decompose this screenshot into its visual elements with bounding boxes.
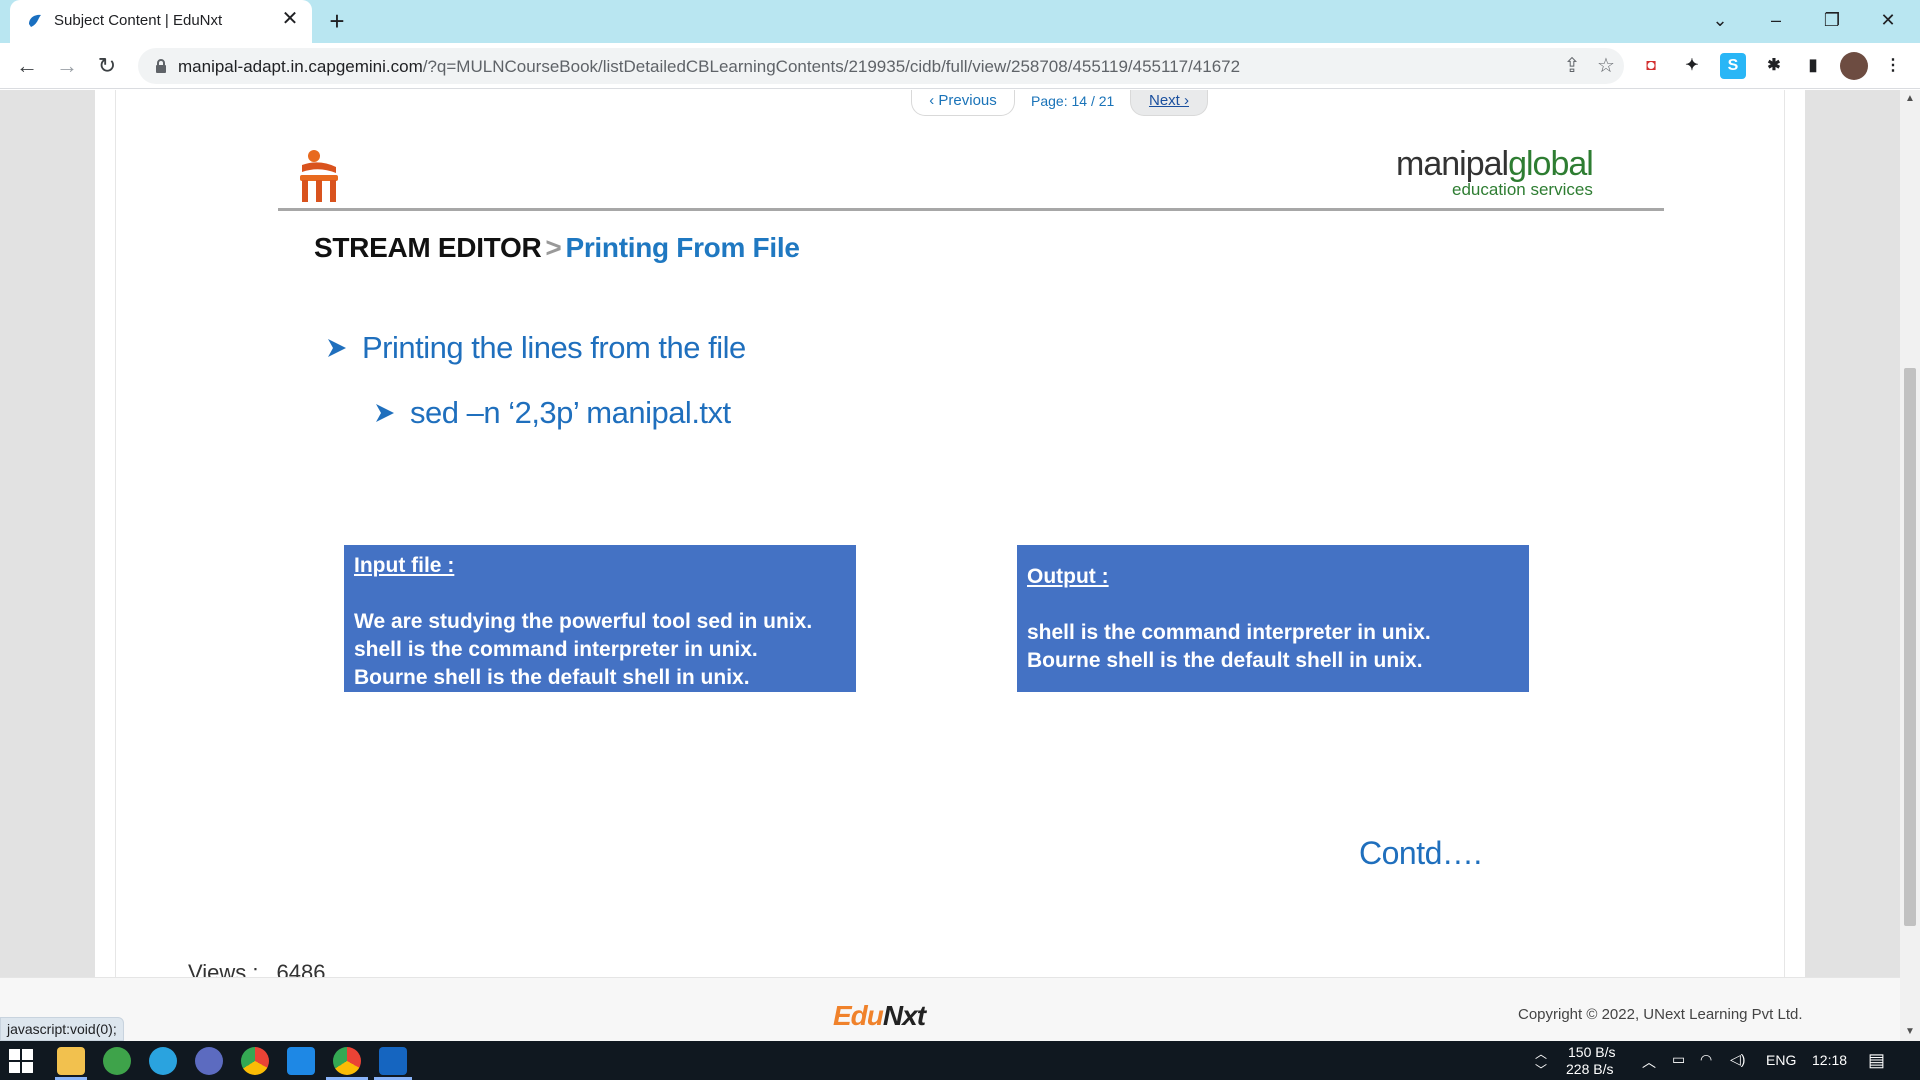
address-bar[interactable]: manipal-adapt.in.capgemini.com/?q=MULNCo… <box>138 48 1624 84</box>
slide-title: STREAM EDITOR > Printing From File <box>314 232 800 264</box>
net-download-speed: 228 B/s <box>1566 1061 1614 1077</box>
profile-avatar[interactable] <box>1840 52 1868 80</box>
close-window-button[interactable]: ✕ <box>1860 2 1916 38</box>
manipalglobal-logo: manipalglobal education services <box>1396 145 1594 200</box>
slide-title-separator: > <box>545 232 562 263</box>
battery-icon[interactable]: ▭ <box>1672 1051 1685 1068</box>
output-box: Output : shell is the command interprete… <box>1017 545 1529 692</box>
browser-toolbar: ← → ↻ manipal-adapt.in.capgemini.com/?q=… <box>0 43 1920 89</box>
share-icon[interactable]: ⇪ <box>1560 54 1584 78</box>
scroll-up-arrow-icon[interactable]: ▲ <box>1900 90 1920 108</box>
arrow-bullet-icon <box>376 404 394 422</box>
url-path: /?q=MULNCourseBook/listDetailedCBLearnin… <box>422 57 1241 76</box>
input-box-heading: Input file : <box>354 554 455 577</box>
slide-title-sub: Printing From File <box>565 232 800 263</box>
edunxt-logo[interactable]: EduNxt <box>833 1000 926 1032</box>
pocket-extension-icon[interactable]: ◘ <box>1638 53 1664 79</box>
lock-icon[interactable] <box>152 57 170 75</box>
input-line: Bourne shell is the default shell in uni… <box>354 666 750 689</box>
notification-icon[interactable]: ▤ <box>1868 1050 1885 1071</box>
vscode-icon[interactable] <box>287 1047 315 1075</box>
wifi-icon[interactable]: ◠ <box>1700 1051 1712 1068</box>
status-bubble: javascript:void(0); <box>0 1017 124 1041</box>
content-frame: ‹ Previous Page: 14 / 21 Next › manipalg… <box>115 90 1785 990</box>
chevron-down-icon[interactable]: ﹀ <box>1535 1061 1547 1078</box>
bullet-text: sed –n ‘2,3p’ manipal.txt <box>410 395 731 430</box>
volume-icon[interactable]: ◁) <box>1730 1051 1745 1068</box>
maximize-button[interactable]: ❐ <box>1804 2 1860 38</box>
arrow-bullet-icon <box>328 339 346 357</box>
clock[interactable]: 12:18 <box>1812 1052 1847 1068</box>
sub-bullet-item: sed –n ‘2,3p’ manipal.txt <box>374 395 731 431</box>
back-button[interactable]: ← <box>12 51 42 81</box>
bullet-item: Printing the lines from the file <box>326 330 746 366</box>
telegram-icon[interactable] <box>149 1047 177 1075</box>
copyright-text: Copyright © 2022, UNext Learning Pvt Ltd… <box>1518 1006 1803 1023</box>
new-tab-button[interactable]: + <box>322 6 352 36</box>
output-line: Bourne shell is the default shell in uni… <box>1027 649 1423 672</box>
app-purple-icon[interactable] <box>195 1047 223 1075</box>
file-explorer-icon[interactable] <box>57 1047 85 1075</box>
chrome-menu-icon[interactable]: ⋮ <box>1880 53 1906 79</box>
scroll-down-arrow-icon[interactable]: ▼ <box>1900 1023 1920 1041</box>
input-line: We are studying the powerful tool sed in… <box>354 610 813 633</box>
browser-tabstrip: Subject Content | EduNxt ✕ + ⌄ – ❐ ✕ <box>0 0 1920 43</box>
url-host: manipal-adapt.in.capgemini.com <box>178 57 423 76</box>
output-box-heading: Output : <box>1027 565 1109 588</box>
next-button[interactable]: Next › <box>1130 90 1208 116</box>
input-line: shell is the command interpreter in unix… <box>354 638 758 661</box>
vertical-scrollbar[interactable]: ▲ ▼ <box>1900 90 1920 1041</box>
net-upload-speed: 150 B/s <box>1568 1044 1616 1060</box>
tab-close-icon[interactable]: ✕ <box>278 7 302 31</box>
contd-label: Contd…. <box>1359 835 1482 871</box>
s-extension-icon[interactable]: S <box>1720 53 1746 79</box>
manipal-emblem-logo <box>300 150 338 202</box>
browser-tab[interactable]: Subject Content | EduNxt ✕ <box>10 0 312 43</box>
side-panel-icon[interactable]: ▮ <box>1800 53 1826 79</box>
previous-button[interactable]: ‹ Previous <box>911 90 1015 116</box>
forward-button[interactable]: → <box>52 51 82 81</box>
scrollbar-thumb[interactable] <box>1904 368 1916 926</box>
app-green-icon[interactable] <box>103 1047 131 1075</box>
minimize-button[interactable]: – <box>1748 2 1804 38</box>
page-indicator: Page: 14 / 21 <box>1031 93 1115 109</box>
url-text: manipal-adapt.in.capgemini.com/?q=MULNCo… <box>178 57 1240 77</box>
show-hidden-icons-icon[interactable]: ︿ <box>1642 1052 1656 1072</box>
windows-start-icon[interactable] <box>8 1048 34 1074</box>
tab-search-button[interactable]: ⌄ <box>1692 2 1748 38</box>
site-footer: EduNxt Copyright © 2022, UNext Learning … <box>0 977 1900 1041</box>
windows-taskbar: ︿ ﹀ 150 B/s 228 B/s ︿ ▭ ◠ ◁) ENG 12:18 ▤ <box>0 1041 1920 1080</box>
bookmark-star-icon[interactable]: ☆ <box>1594 54 1618 78</box>
chevron-up-icon[interactable]: ︿ <box>1535 1045 1547 1062</box>
page-viewport: ‹ Previous Page: 14 / 21 Next › manipalg… <box>0 90 1900 1041</box>
language-indicator[interactable]: ENG <box>1766 1052 1796 1068</box>
app-blue-icon[interactable] <box>379 1047 407 1075</box>
slide-title-main: STREAM EDITOR <box>314 232 542 263</box>
reload-button[interactable]: ↻ <box>92 51 122 81</box>
bullet-text: Printing the lines from the file <box>362 330 746 365</box>
chrome-icon[interactable] <box>241 1047 269 1075</box>
extensions-puzzle-icon[interactable]: ✱ <box>1761 53 1787 79</box>
slide-divider <box>278 208 1664 211</box>
edunxt-favicon-icon <box>29 14 41 27</box>
output-line: shell is the command interpreter in unix… <box>1027 621 1431 644</box>
input-file-box: Input file : We are studying the powerfu… <box>344 545 856 692</box>
content-page: ‹ Previous Page: 14 / 21 Next › manipalg… <box>95 90 1805 1041</box>
brand-wordmark: manipalglobal <box>1396 145 1594 183</box>
tab-title: Subject Content | EduNxt <box>54 12 223 29</box>
chrome-active-icon[interactable] <box>333 1047 361 1075</box>
extension-icon[interactable]: ✦ <box>1679 53 1705 79</box>
